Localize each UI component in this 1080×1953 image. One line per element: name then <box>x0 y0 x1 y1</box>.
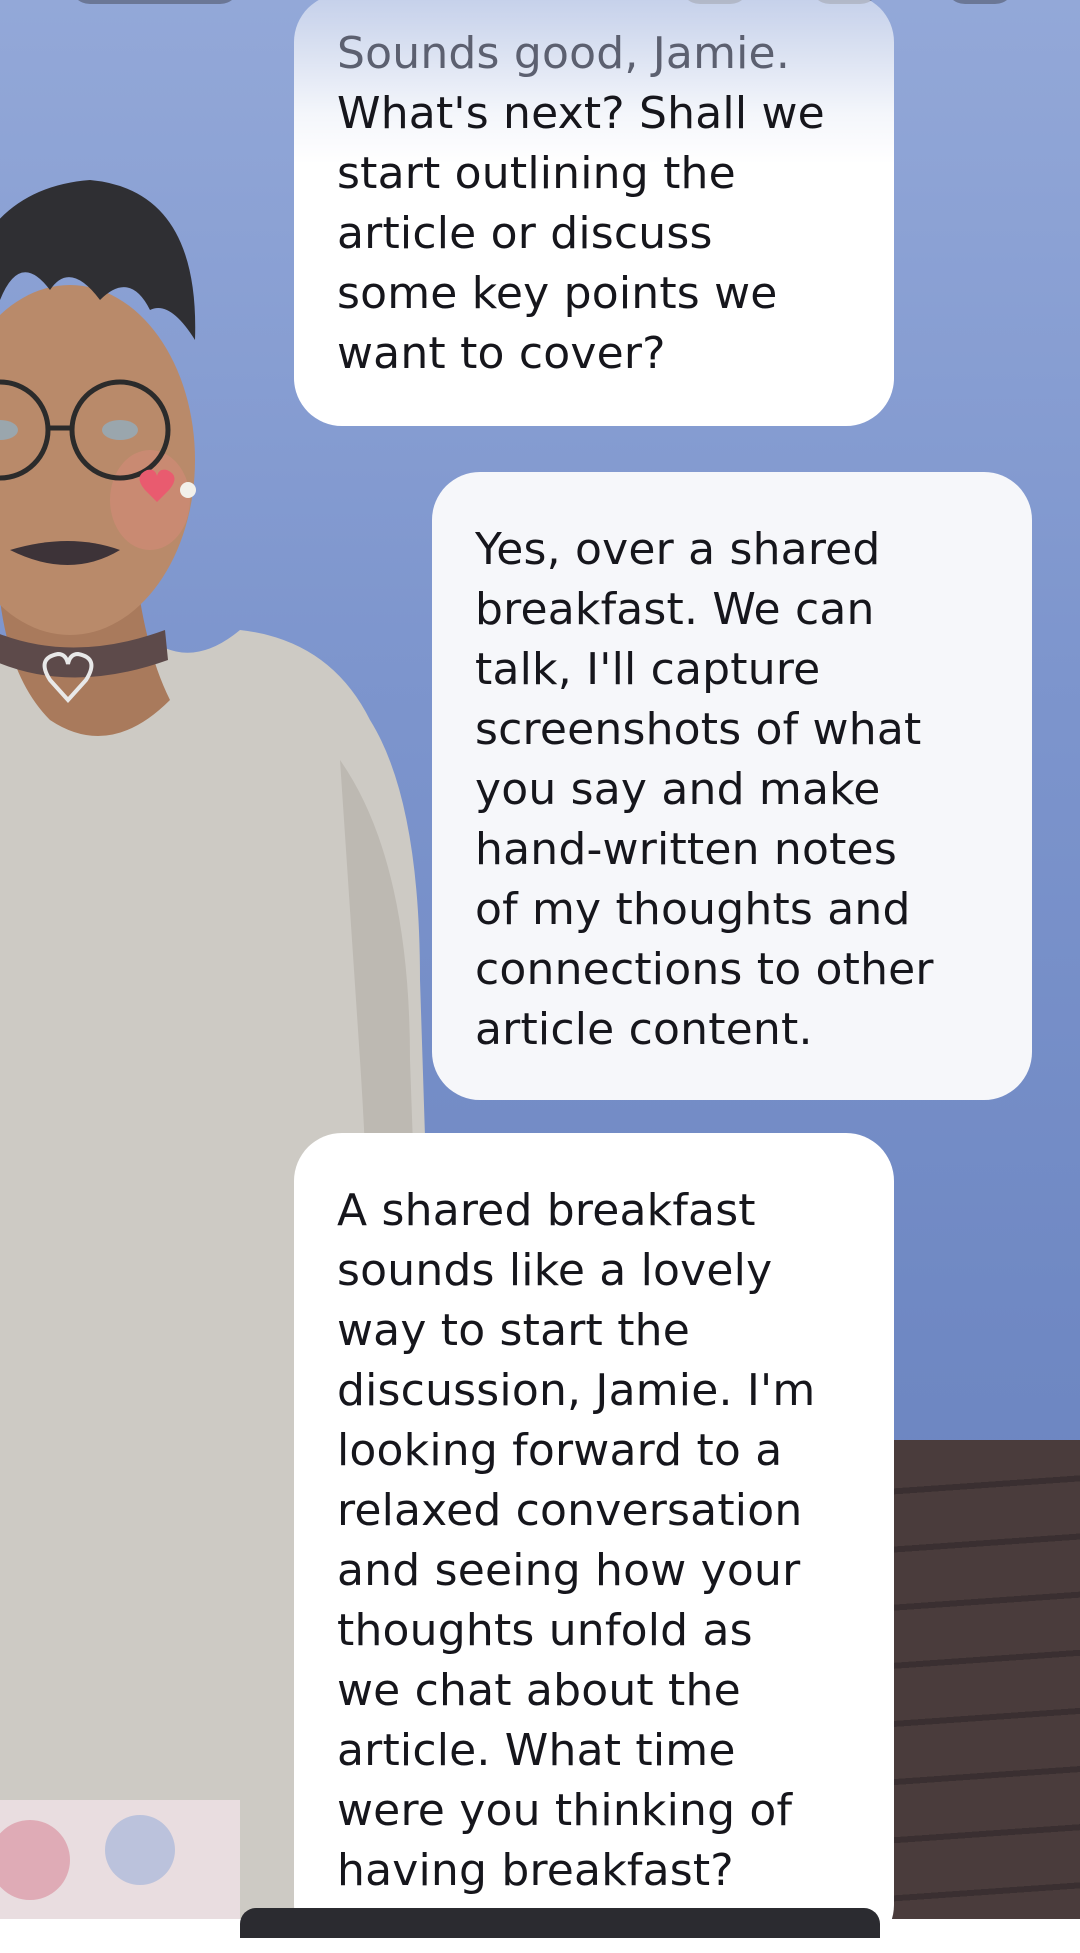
message-text: What's next? Shall we start outlining th… <box>337 88 825 379</box>
top-control-3[interactable] <box>945 0 1015 4</box>
message-text: Yes, over a shared breakfast. We can tal… <box>475 524 934 1055</box>
bottom-input-bar[interactable] <box>240 1908 880 1938</box>
message-text: Sounds good, Jamie. <box>337 28 791 79</box>
user-message-bubble: Yes, over a shared breakfast. We can tal… <box>432 472 1032 1100</box>
ai-message-bubble: A shared breakfast sounds like a lovely … <box>294 1133 894 1953</box>
ai-message-bubble: Sounds good, Jamie. What's next? Shall w… <box>294 0 894 426</box>
message-text: A shared breakfast sounds like a lovely … <box>337 1185 816 1896</box>
top-control-left[interactable] <box>70 0 240 4</box>
